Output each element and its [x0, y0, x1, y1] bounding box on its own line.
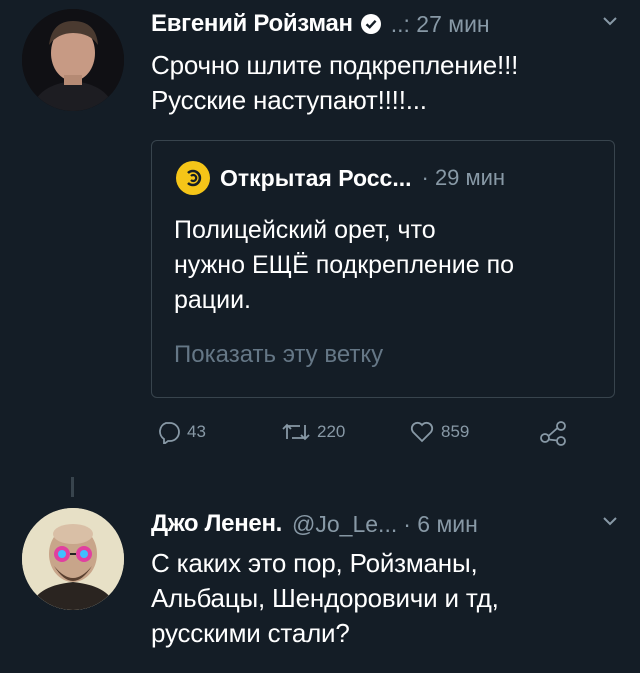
tweet-roizman[interactable]: Евгений Ройзман ..: 27 мин Срочно шлите … [0, 0, 640, 480]
tweet-text-line: Русские наступают!!!!... [151, 85, 427, 115]
quoted-tweet[interactable]: Открытая Росс... · 29 мин Полицейский ор… [151, 140, 615, 398]
tweet-actions: 43 220 859 [151, 420, 621, 454]
reply-count: 43 [187, 422, 206, 441]
quoted-tweet-text: Полицейский орет, что нужно ЕЩЁ подкрепл… [174, 213, 604, 318]
tweet-text-line: С каких это пор, Ройзманы, [151, 548, 478, 578]
tweet-header: Евгений Ройзман ..: 27 мин [151, 6, 621, 42]
chevron-down-icon[interactable] [599, 510, 621, 537]
quoted-text-line: рации. [174, 286, 252, 314]
like-button[interactable]: 859 [409, 420, 469, 444]
reply-button[interactable]: 43 [155, 420, 206, 444]
quoted-text-line: нужно ЕЩЁ подкрепление по [174, 251, 515, 279]
avatar-jo-lenen[interactable] [22, 508, 124, 610]
reply-icon [159, 422, 180, 444]
tweet-text: С каких это пор, Ройзманы, Альбацы, Шенд… [151, 546, 499, 651]
retweet-count: 220 [317, 422, 346, 441]
otkrytaya-rossiya-logo-icon [176, 161, 210, 195]
author-name[interactable]: Евгений Ройзман [151, 10, 353, 38]
avatar-jo-lenen-image [22, 508, 124, 610]
quoted-author-name: Открытая Росс... [220, 164, 412, 191]
quoted-text-line: Полицейский орет, что [174, 216, 436, 244]
verified-badge-icon [360, 14, 381, 34]
author-name[interactable]: Джо Ленен. [151, 510, 282, 538]
tweet-header: Джо Ленен. @Jo_Le... · 6 мин [151, 506, 621, 542]
heart-icon [410, 421, 434, 443]
show-thread-link[interactable]: Показать эту ветку [174, 341, 383, 369]
retweet-icon [282, 423, 310, 441]
quoted-tweet-time: · 29 мин [421, 165, 506, 190]
like-count: 859 [441, 422, 470, 441]
avatar-roizman-image [22, 9, 124, 111]
quoted-tweet-header: Открытая Росс... · 29 мин [176, 161, 505, 195]
tweet-time[interactable]: · 6 мин [403, 511, 478, 538]
tweet-reply[interactable]: Джо Ленен. @Jo_Le... · 6 мин С каких это… [0, 480, 640, 673]
tweet-text-line: русскими стали? [151, 618, 350, 648]
share-icon [540, 421, 566, 446]
tweet-text-line: Срочно шлите подкрепление!!! [151, 50, 519, 80]
avatar-roizman[interactable] [22, 9, 124, 111]
share-button[interactable] [539, 420, 567, 446]
tweet-text-line: Альбацы, Шендоровичи и тд, [151, 583, 499, 613]
chevron-down-icon[interactable] [599, 10, 621, 37]
author-handle[interactable]: @Jo_Le... [292, 511, 397, 538]
retweet-button[interactable]: 220 [281, 420, 345, 444]
tweet-text: Срочно шлите подкрепление!!! Русские нас… [151, 48, 518, 118]
tweet-time[interactable]: ..: 27 мин [391, 11, 490, 38]
